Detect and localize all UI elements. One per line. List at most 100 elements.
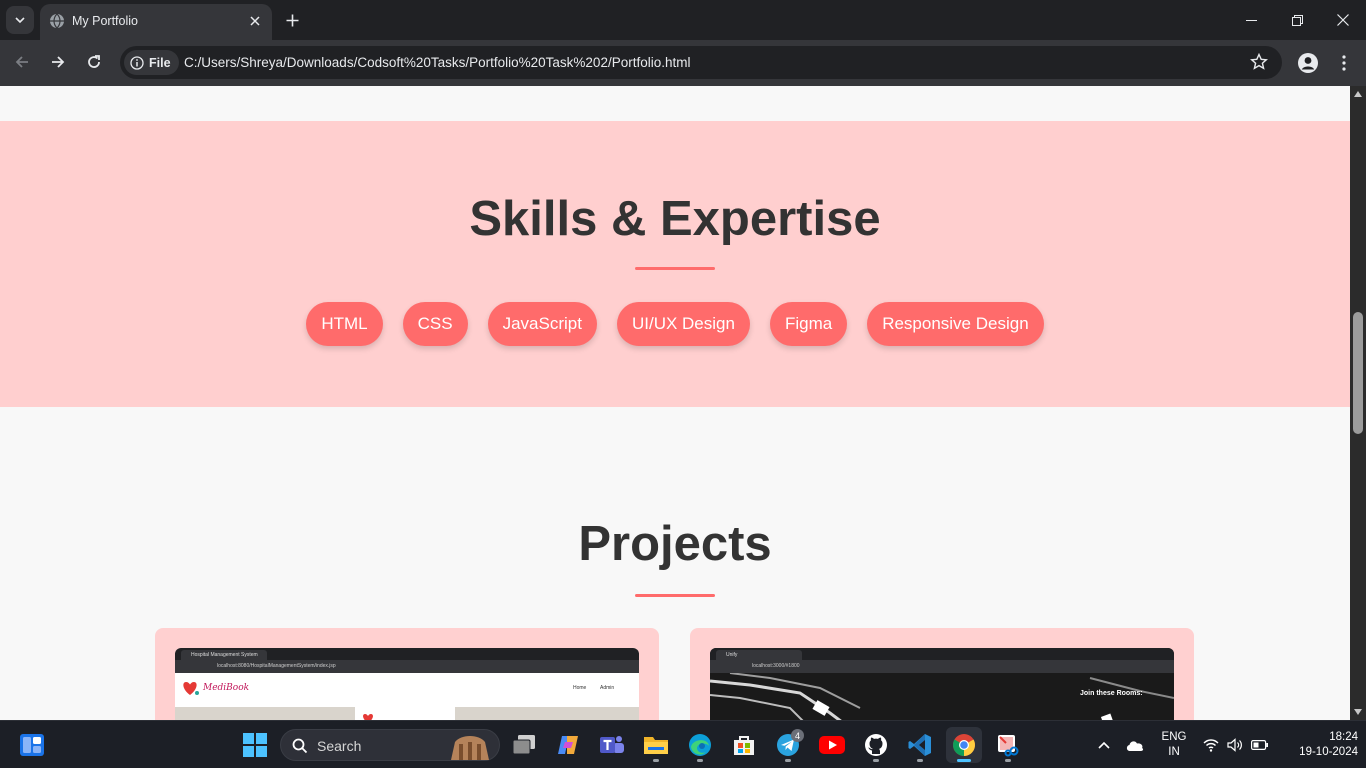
- notification-badge: 4: [791, 729, 804, 742]
- restore-button[interactable]: [1274, 0, 1320, 40]
- skills-underline: [635, 267, 715, 270]
- clock-time: 18:24: [1329, 731, 1358, 743]
- project-card[interactable]: Hospital Management System localhost:808…: [155, 628, 659, 720]
- skill-tag: UI/UX Design: [616, 302, 750, 346]
- triangle-up-icon: [1354, 91, 1362, 97]
- project-screenshot: Unify localhost:3000/#1800 Join these Ro…: [710, 648, 1174, 720]
- mini-titlebar: Unify: [710, 648, 1174, 660]
- menu-button[interactable]: [1330, 49, 1358, 77]
- page-scrollbar[interactable]: [1350, 86, 1366, 720]
- forward-button[interactable]: [43, 47, 73, 77]
- heart-icon: [363, 714, 373, 720]
- running-indicator: [653, 759, 659, 762]
- region-code: IN: [1168, 746, 1180, 758]
- copilot-button[interactable]: [550, 727, 586, 763]
- skill-tag: HTML: [306, 302, 383, 346]
- store-button[interactable]: [726, 727, 762, 763]
- scrollbar-thumb[interactable]: [1353, 312, 1363, 434]
- page-viewport: Skills & Expertise HTML CSS JavaScript U…: [0, 86, 1350, 720]
- mini-nav-admin: Admin: [600, 685, 615, 691]
- site-chip-label: File: [149, 55, 171, 70]
- close-icon: [250, 16, 260, 26]
- snipping-tool-button[interactable]: [990, 727, 1026, 763]
- skill-tag: CSS: [402, 302, 468, 346]
- plus-icon: [286, 14, 298, 26]
- skills-heading: Skills & Expertise: [469, 192, 881, 246]
- mini-urlbar: localhost:8080/HospitalManagementSystem/…: [175, 660, 639, 673]
- arrow-left-icon: [15, 56, 28, 68]
- wifi-icon[interactable]: [1203, 738, 1219, 752]
- windows-icon: [243, 733, 267, 757]
- search-label: Search: [317, 738, 362, 754]
- edge-icon: [689, 734, 711, 756]
- mini-tab-title: Unify: [716, 650, 802, 660]
- back-button[interactable]: [7, 47, 37, 77]
- mini-urlbar: localhost:3000/#1800: [710, 660, 1174, 673]
- close-icon: [1337, 14, 1349, 26]
- running-indicator: [873, 759, 879, 762]
- info-icon: [130, 55, 144, 70]
- clock-date: 19-10-2024: [1299, 746, 1358, 758]
- running-indicator: [957, 759, 971, 762]
- teams-icon: [600, 736, 624, 753]
- mini-site-header: MediBook Home Admin: [175, 673, 639, 707]
- youtube-icon: [819, 736, 845, 754]
- edge-button[interactable]: [682, 727, 718, 763]
- scroll-up-button[interactable]: [1350, 86, 1366, 102]
- reload-button[interactable]: [79, 47, 109, 77]
- skill-tag: Figma: [769, 302, 848, 346]
- projects-heading: Projects: [578, 517, 772, 571]
- vscode-button[interactable]: [902, 727, 938, 763]
- tab-search-button[interactable]: [6, 6, 34, 34]
- url-text[interactable]: C:/Users/Shreya/Downloads/Codsoft%20Task…: [184, 55, 690, 70]
- browser-tab[interactable]: My Portfolio: [40, 4, 272, 40]
- show-hidden-icons-button[interactable]: [1090, 727, 1118, 763]
- search-icon: [292, 738, 308, 754]
- close-window-button[interactable]: [1320, 0, 1366, 40]
- profile-button[interactable]: [1294, 49, 1322, 77]
- address-bar[interactable]: File C:/Users/Shreya/Downloads/Codsoft%2…: [120, 46, 1282, 79]
- battery-icon[interactable]: [1251, 739, 1269, 751]
- volume-icon[interactable]: [1227, 738, 1245, 752]
- triangle-down-icon: [1354, 709, 1362, 715]
- teams-button[interactable]: [594, 727, 630, 763]
- running-indicator: [1005, 759, 1011, 762]
- task-view-button[interactable]: [506, 727, 542, 763]
- minimize-button[interactable]: [1228, 0, 1274, 40]
- youtube-button[interactable]: [814, 727, 850, 763]
- mini-url: localhost:3000/#1800: [752, 663, 800, 669]
- widgets-button[interactable]: [14, 727, 50, 763]
- mini-brand: MediBook: [203, 683, 250, 693]
- running-indicator: [917, 759, 923, 762]
- heart-stethoscope-icon: [183, 682, 199, 695]
- task-view-icon: [512, 735, 535, 755]
- mini-titlebar: Hospital Management System: [175, 648, 639, 660]
- new-tab-button[interactable]: [280, 6, 304, 34]
- github-button[interactable]: [858, 727, 894, 763]
- bookmark-star-icon[interactable]: [1250, 53, 1268, 71]
- skills-section: Skills & Expertise HTML CSS JavaScript U…: [0, 121, 1350, 407]
- globe-icon: [50, 13, 64, 29]
- telegram-button[interactable]: 4: [770, 727, 806, 763]
- file-explorer-button[interactable]: [638, 727, 674, 763]
- scroll-down-button[interactable]: [1350, 704, 1366, 720]
- arrow-right-icon: [52, 56, 65, 68]
- skill-tag: JavaScript: [487, 302, 597, 346]
- language-indicator[interactable]: ENG IN: [1157, 730, 1191, 760]
- mini-nav-home: Home: [573, 685, 587, 691]
- restore-icon: [1291, 14, 1303, 26]
- taskbar-search[interactable]: Search: [280, 729, 500, 761]
- onedrive-button[interactable]: [1120, 727, 1150, 763]
- running-indicator: [697, 759, 703, 762]
- search-highlight-icon: [451, 736, 489, 760]
- profile-icon: [1298, 53, 1318, 73]
- site-info-chip[interactable]: File: [124, 50, 179, 75]
- project-card[interactable]: Unify localhost:3000/#1800 Join these Ro…: [690, 628, 1194, 720]
- snipping-tool-icon: [998, 735, 1019, 757]
- cloud-icon: [1126, 741, 1144, 751]
- chrome-button[interactable]: [946, 727, 982, 763]
- store-icon: [734, 736, 754, 755]
- tab-close-button[interactable]: [244, 10, 266, 32]
- start-button[interactable]: [237, 727, 273, 763]
- clock[interactable]: 18:24 19-10-2024: [1280, 730, 1358, 760]
